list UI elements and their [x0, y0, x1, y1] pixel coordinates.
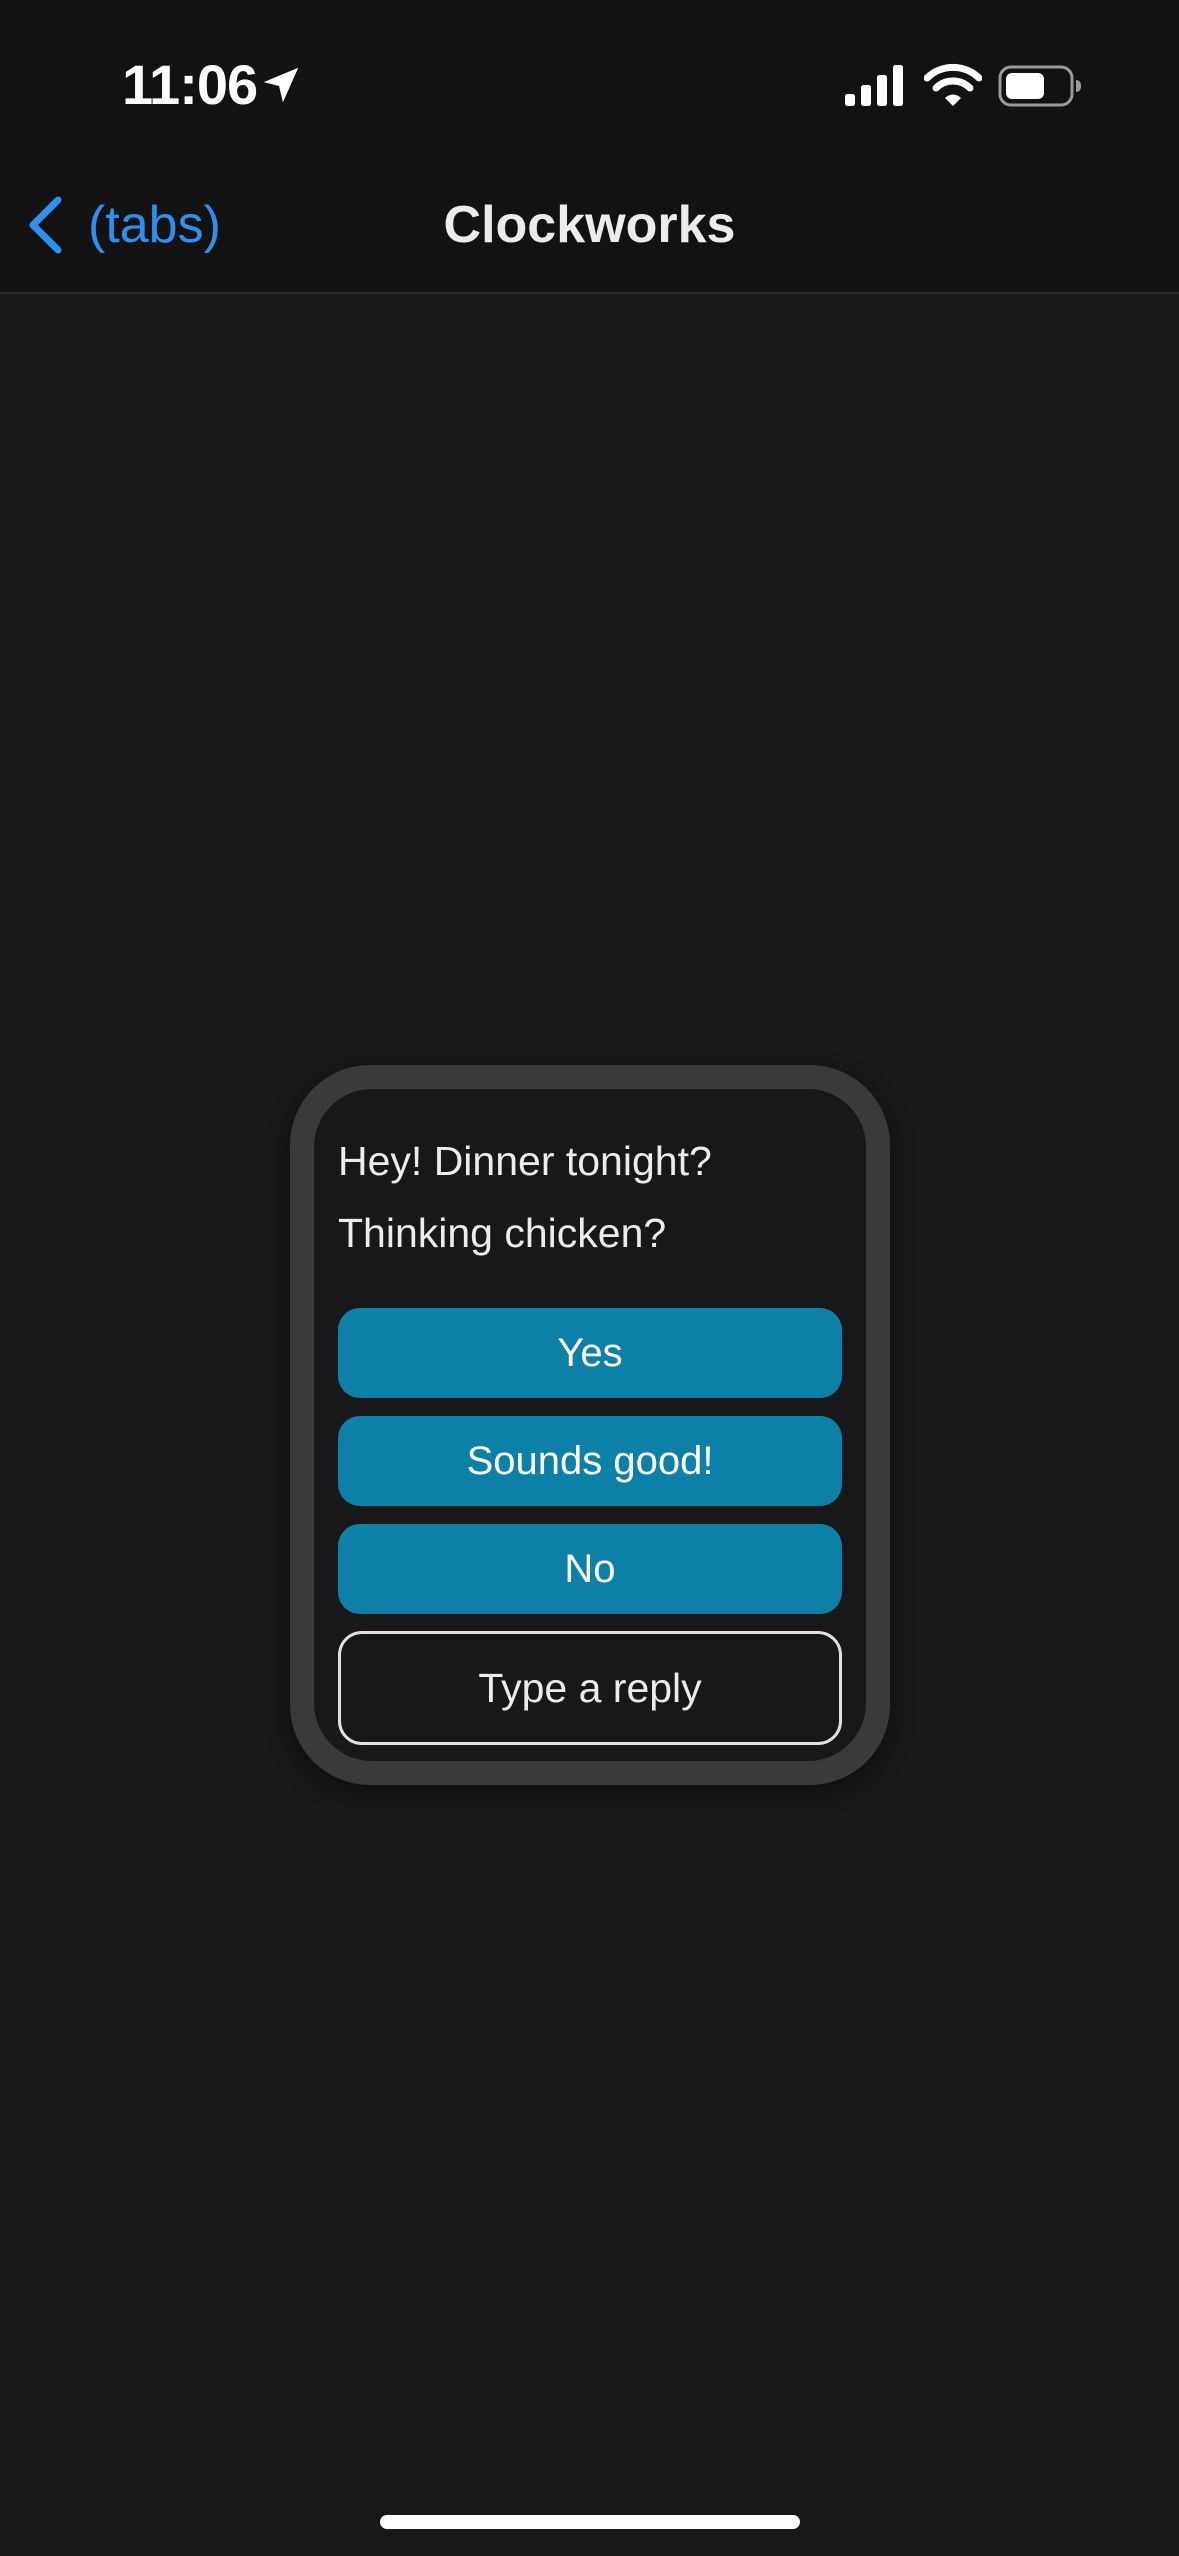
status-time: 11:06: [122, 53, 258, 116]
watch-screen: Hey! Dinner tonight? Thinking chicken? Y…: [314, 1089, 866, 1761]
reply-yes-button[interactable]: Yes: [338, 1308, 842, 1398]
quick-reply-list: Yes Sounds good! No: [338, 1308, 842, 1614]
battery-icon: [998, 65, 1081, 107]
page-title: Clockworks: [443, 196, 736, 254]
message-line: Thinking chicken?: [338, 1210, 667, 1256]
status-bar: 11:06: [0, 0, 1179, 155]
cellular-signal-icon: [845, 65, 903, 106]
wifi-icon: [924, 63, 982, 106]
navigation-bar: (tabs) Clockworks: [0, 155, 1179, 294]
message-line: Hey! Dinner tonight?: [338, 1138, 712, 1184]
type-reply-button[interactable]: Type a reply: [338, 1631, 842, 1745]
watch-frame: Hey! Dinner tonight? Thinking chicken? Y…: [290, 1065, 890, 1785]
location-arrow-icon: [263, 67, 299, 103]
home-indicator[interactable]: [380, 2515, 800, 2529]
reply-sounds-good-button[interactable]: Sounds good!: [338, 1416, 842, 1506]
reply-no-button[interactable]: No: [338, 1524, 842, 1614]
